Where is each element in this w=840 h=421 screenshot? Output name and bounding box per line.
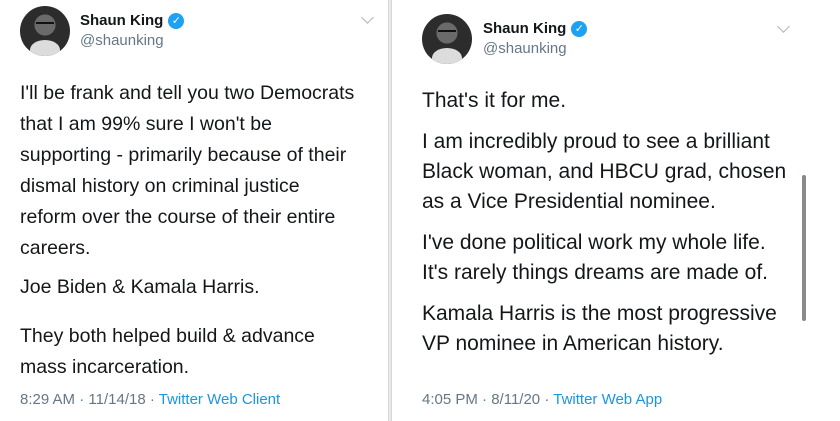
tweet-paragraph: Joe Biden & Kamala Harris. [20, 272, 380, 303]
tweet-line: I've done political work my whole life. [422, 231, 766, 254]
tweet-paragraph: That's it for me. [422, 86, 822, 116]
meta-separator: · [149, 391, 155, 408]
display-name[interactable]: Shaun King [483, 20, 566, 37]
tweet-text: I'll be frank and tell you two Democrats… [20, 78, 380, 383]
tweet-paragraph: I'll be frank and tell you two Democrats… [20, 78, 380, 264]
tweet-paragraph: I am incredibly proud to see a brilliant… [422, 127, 822, 217]
author-name-line: Shaun King ✓ [483, 20, 588, 37]
tweet-line: I am incredibly proud to see a brilliant [422, 130, 770, 153]
tweet-line: Joe Biden & Kamala Harris. [20, 276, 260, 298]
tweet-line: dismal history on criminal justice [20, 175, 300, 197]
verified-badge-icon: ✓ [168, 12, 185, 29]
author-name-line: Shaun King ✓ [80, 12, 185, 29]
avatar[interactable] [422, 14, 472, 64]
verified-badge-icon: ✓ [571, 20, 588, 37]
tweet-source-link[interactable]: Twitter Web Client [159, 391, 280, 408]
scrollbar-thumb[interactable] [802, 175, 806, 321]
tweet-line: VP nominee in American history. [422, 332, 724, 355]
tweet-line: Kamala Harris is the most progressive [422, 302, 777, 325]
tweet-metadata: 4:05 PM · 8/11/20 · Twitter Web App [422, 391, 662, 408]
tweet-line: That's it for me. [422, 89, 567, 112]
tweet-line: mass incarceration. [20, 356, 190, 378]
handle[interactable]: @shaunking [483, 40, 567, 57]
screenshot-canvas: Shaun King ✓ @shaunking I'll be frank an… [0, 0, 840, 421]
tweet-line: It's rarely things dreams are made of. [422, 261, 768, 284]
tweet-line: that I am 99% sure I won't be [20, 113, 272, 135]
chevron-down-icon[interactable] [777, 20, 790, 33]
tweet-line: careers. [20, 237, 91, 259]
tweet-line: reform over the course of their entire [20, 206, 336, 228]
tweet-paragraph: Kamala Harris is the most progressive VP… [422, 299, 822, 359]
tweet-date[interactable]: 11/14/18 [88, 391, 145, 408]
tweet-line: They both helped build & advance [20, 325, 315, 347]
tweet-source-link[interactable]: Twitter Web App [553, 391, 662, 408]
meta-separator: · [482, 391, 488, 408]
tweet-paragraph: They both helped build & advance mass in… [20, 321, 380, 383]
tweet-line: supporting - primarily because of their [20, 144, 347, 166]
tweet-line: Black woman, and HBCU grad, chosen [422, 160, 787, 183]
tweet-time[interactable]: 4:05 PM [422, 391, 478, 408]
tweet-card-right: Shaun King ✓ @shaunking That's it for me… [392, 0, 840, 421]
tweet-metadata: 8:29 AM · 11/14/18 · Twitter Web Client [20, 391, 280, 408]
tweet-line: as a Vice Presidential nominee. [422, 190, 716, 213]
handle[interactable]: @shaunking [80, 32, 164, 49]
chevron-down-icon[interactable] [361, 11, 374, 24]
display-name[interactable]: Shaun King [80, 12, 163, 29]
tweet-card-left: Shaun King ✓ @shaunking I'll be frank an… [0, 0, 388, 421]
tweet-line: I'll be frank and tell you two Democrats [20, 82, 355, 104]
tweet-date[interactable]: 8/11/20 [491, 391, 540, 408]
avatar[interactable] [20, 6, 70, 56]
meta-separator: · [79, 391, 85, 408]
tweet-text: That's it for me. I am incredibly proud … [422, 86, 822, 359]
tweet-time[interactable]: 8:29 AM [20, 391, 75, 408]
meta-separator: · [544, 391, 550, 408]
tweet-paragraph: I've done political work my whole life. … [422, 228, 822, 288]
